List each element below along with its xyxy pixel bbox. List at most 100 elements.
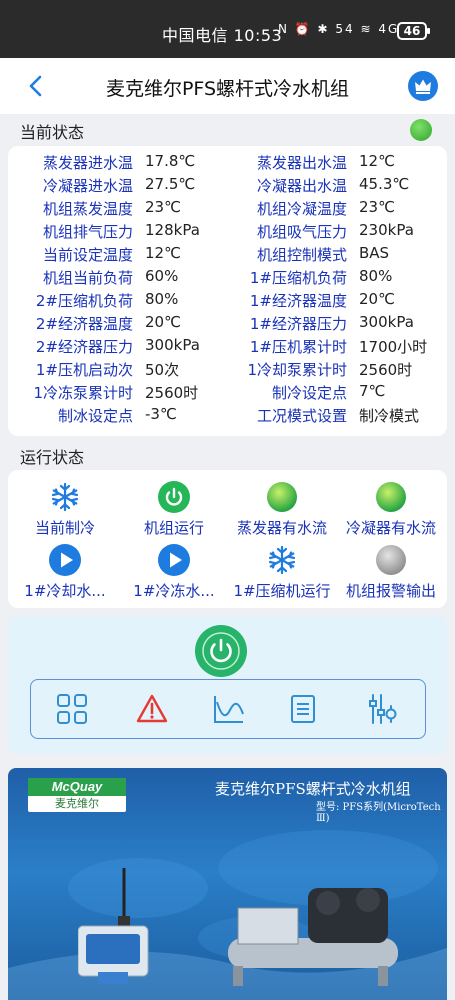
param-row: 机组排气压力 128kPa 机组吸气压力 230kPa: [8, 221, 447, 244]
param-value: 230kPa: [359, 221, 414, 239]
current-status-card: 蒸发器进水温 17.8℃ 蒸发器出水温 12℃ 冷凝器进水温 27.5℃ 冷凝器…: [8, 146, 447, 436]
param-value: 300kPa: [359, 313, 414, 331]
param-value: 23℃: [359, 198, 395, 216]
param-label: 制冰设定点: [57, 407, 133, 425]
param-label: 机组排气压力: [42, 223, 133, 241]
param-value: 2560时: [359, 361, 413, 379]
power-icon[interactable]: [195, 625, 247, 677]
param-label: 机组控制模式: [256, 246, 347, 264]
param-label: 当前设定温度: [42, 246, 133, 264]
param-label: 2#经济器压力: [35, 338, 133, 356]
run-item-label: 当前制冷: [34, 519, 95, 537]
param-label: 冷凝器出水温: [256, 177, 347, 195]
run-item-condenser-flow: 冷凝器有水流: [337, 481, 445, 541]
gray-indicator-icon: [376, 545, 406, 575]
param-label: 1#经济器压力: [249, 315, 347, 333]
param-row: 机组当前负荷 60% 1#压缩机负荷 80%: [8, 267, 447, 290]
param-row: 1冷冻泵累计时 2560时 制冷设定点 7℃: [8, 382, 447, 405]
run-item-label: 1#冷却水...: [24, 582, 106, 600]
param-label: 1#压机累计时: [249, 338, 347, 356]
param-value: 20℃: [359, 290, 395, 308]
carrier-time: 中国电信 10:53: [162, 26, 283, 45]
run-item-label: 机组报警输出: [345, 582, 436, 600]
run-item-label: 机组运行: [143, 519, 204, 537]
param-value: -3℃: [145, 405, 177, 423]
param-label: 2#经济器温度: [35, 315, 133, 333]
play-icon: [158, 544, 190, 576]
banner-title: 麦克维尔PFS螺杆式冷水机组: [215, 780, 411, 798]
product-banner: McQuay 麦克维尔 麦克维尔PFS螺杆式冷水机组 型号: PFS系列(Mic…: [8, 768, 447, 1000]
system-status-bar: 中国电信 10:53 N ⏰ ✱ 54 ≋ 4G 46: [0, 0, 455, 58]
green-indicator-icon: [267, 482, 297, 512]
crown-icon[interactable]: [408, 71, 438, 101]
run-item-cooling: 当前制冷: [11, 481, 119, 541]
current-status-title: 当前状态: [20, 123, 85, 142]
param-row: 2#经济器压力 300kPa 1#压机累计时 1700小时: [8, 336, 447, 359]
param-value: 80%: [145, 290, 179, 308]
mcquay-logo: McQuay 麦克维尔: [28, 778, 126, 812]
run-item-chilled-pump: 1#冷冻水...: [120, 544, 228, 604]
param-label: 蒸发器进水温: [42, 154, 133, 172]
param-value: 12℃: [359, 152, 395, 170]
iot-gateway-device-image: [78, 868, 149, 984]
param-label: 机组吸气压力: [256, 223, 347, 241]
param-value: 1700小时: [359, 338, 428, 356]
run-status-title: 运行状态: [20, 448, 85, 467]
run-item-evaporator-flow: 蒸发器有水流: [228, 481, 336, 541]
param-label: 蒸发器出水温: [256, 154, 347, 172]
param-label: 机组当前负荷: [42, 269, 133, 287]
logo-cn-text: 麦克维尔: [55, 797, 99, 810]
param-value: 制冷模式: [359, 407, 420, 425]
param-value: 17.8℃: [145, 152, 196, 170]
run-item-label: 冷凝器有水流: [345, 519, 436, 537]
page-title: 麦克维尔PFS螺杆式冷水机组: [105, 78, 350, 100]
param-value: 27.5℃: [145, 175, 196, 193]
param-value: 300kPa: [145, 336, 200, 354]
param-row: 蒸发器进水温 17.8℃ 蒸发器出水温 12℃: [8, 152, 447, 175]
param-row: 2#压缩机负荷 80% 1#经济器温度 20℃: [8, 290, 447, 313]
param-value: 80%: [359, 267, 393, 285]
param-value: BAS: [359, 244, 390, 262]
param-label: 1#压机启动次: [35, 361, 133, 379]
settings-sliders-icon[interactable]: [365, 692, 399, 726]
grid-icon[interactable]: [55, 692, 89, 726]
param-label: 工况模式设置: [256, 407, 347, 425]
param-value: 50次: [145, 361, 180, 379]
run-item-unit-running: 机组运行: [120, 481, 228, 541]
param-value: 2560时: [145, 384, 199, 402]
param-value: 60%: [145, 267, 179, 285]
snowflake-icon: [268, 545, 296, 575]
banner-subtitle: 型号: PFS系列(MicroTech Ⅲ): [316, 802, 441, 824]
param-value: 128kPa: [145, 221, 200, 239]
snowflake-icon: [51, 482, 79, 512]
param-row: 冷凝器进水温 27.5℃ 冷凝器出水温 45.3℃: [8, 175, 447, 198]
param-row: 当前设定温度 12℃ 机组控制模式 BAS: [8, 244, 447, 267]
param-value: 7℃: [359, 382, 386, 400]
run-item-label: 1#冷冻水...: [133, 582, 215, 600]
logo-text: McQuay: [28, 778, 126, 796]
status-icons: N ⏰ ✱ 54 ≋ 4G: [278, 22, 400, 36]
run-item-label: 蒸发器有水流: [236, 519, 327, 537]
document-icon[interactable]: [286, 692, 320, 726]
param-label: 1冷冻泵累计时: [33, 384, 133, 402]
param-row: 1#压机启动次 50次 1冷却泵累计时 2560时: [8, 359, 447, 382]
param-label: 2#压缩机负荷: [35, 292, 133, 310]
run-item-compressor-running: 1#压缩机运行: [228, 544, 336, 604]
run-item-label: 1#压缩机运行: [233, 582, 331, 600]
status-indicator: [410, 119, 432, 141]
param-label: 冷凝器进水温: [42, 177, 133, 195]
power-on-icon: [158, 481, 190, 513]
warning-icon[interactable]: [135, 692, 169, 726]
param-label: 1#压缩机负荷: [249, 269, 347, 287]
app-header: 麦克维尔PFS螺杆式冷水机组: [0, 58, 455, 114]
param-label: 1#经济器温度: [249, 292, 347, 310]
param-label: 机组蒸发温度: [42, 200, 133, 218]
param-label: 机组冷凝温度: [256, 200, 347, 218]
param-row: 2#经济器温度 20℃ 1#经济器压力 300kPa: [8, 313, 447, 336]
run-item-alarm-output: 机组报警输出: [337, 544, 445, 604]
param-value: 12℃: [145, 244, 181, 262]
green-indicator-icon: [376, 482, 406, 512]
battery-icon: 46: [397, 22, 430, 40]
chart-icon[interactable]: [212, 692, 246, 726]
param-row: 制冰设定点 -3℃ 工况模式设置 制冷模式: [8, 405, 447, 428]
